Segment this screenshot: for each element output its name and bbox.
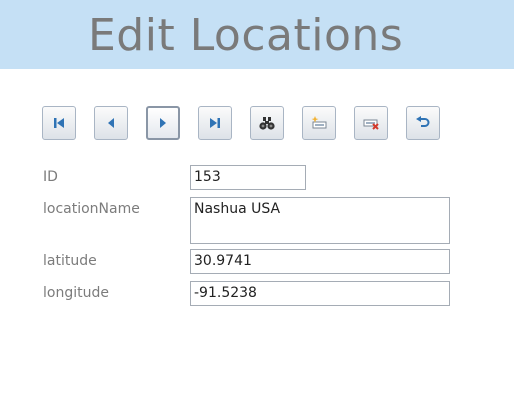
first-record-button[interactable] [42,106,76,140]
first-record-icon [54,118,64,128]
longitude-label: longitude [43,285,109,301]
undo-button[interactable] [406,106,440,140]
previous-record-icon [108,118,114,128]
location-name-field[interactable]: Nashua USA [190,197,450,244]
delete-record-icon [363,119,379,130]
id-label: ID [43,169,58,185]
find-button[interactable] [250,106,284,140]
next-record-button[interactable] [146,106,180,140]
undo-icon [416,116,430,127]
next-record-icon [160,118,166,128]
last-record-icon [210,118,220,128]
last-record-button[interactable] [198,106,232,140]
delete-record-button[interactable] [354,106,388,140]
new-record-icon [311,116,327,129]
binoculars-icon [259,117,275,130]
new-record-button[interactable] [302,106,336,140]
latitude-label: latitude [43,253,97,269]
previous-record-button[interactable] [94,106,128,140]
location-name-label: locationName [43,201,140,217]
page-title: Edit Locations [88,10,404,61]
longitude-field[interactable]: -91.5238 [190,281,450,306]
id-field[interactable]: 153 [190,165,306,190]
header-banner: Edit Locations [0,0,514,69]
latitude-field[interactable]: 30.9741 [190,249,450,274]
